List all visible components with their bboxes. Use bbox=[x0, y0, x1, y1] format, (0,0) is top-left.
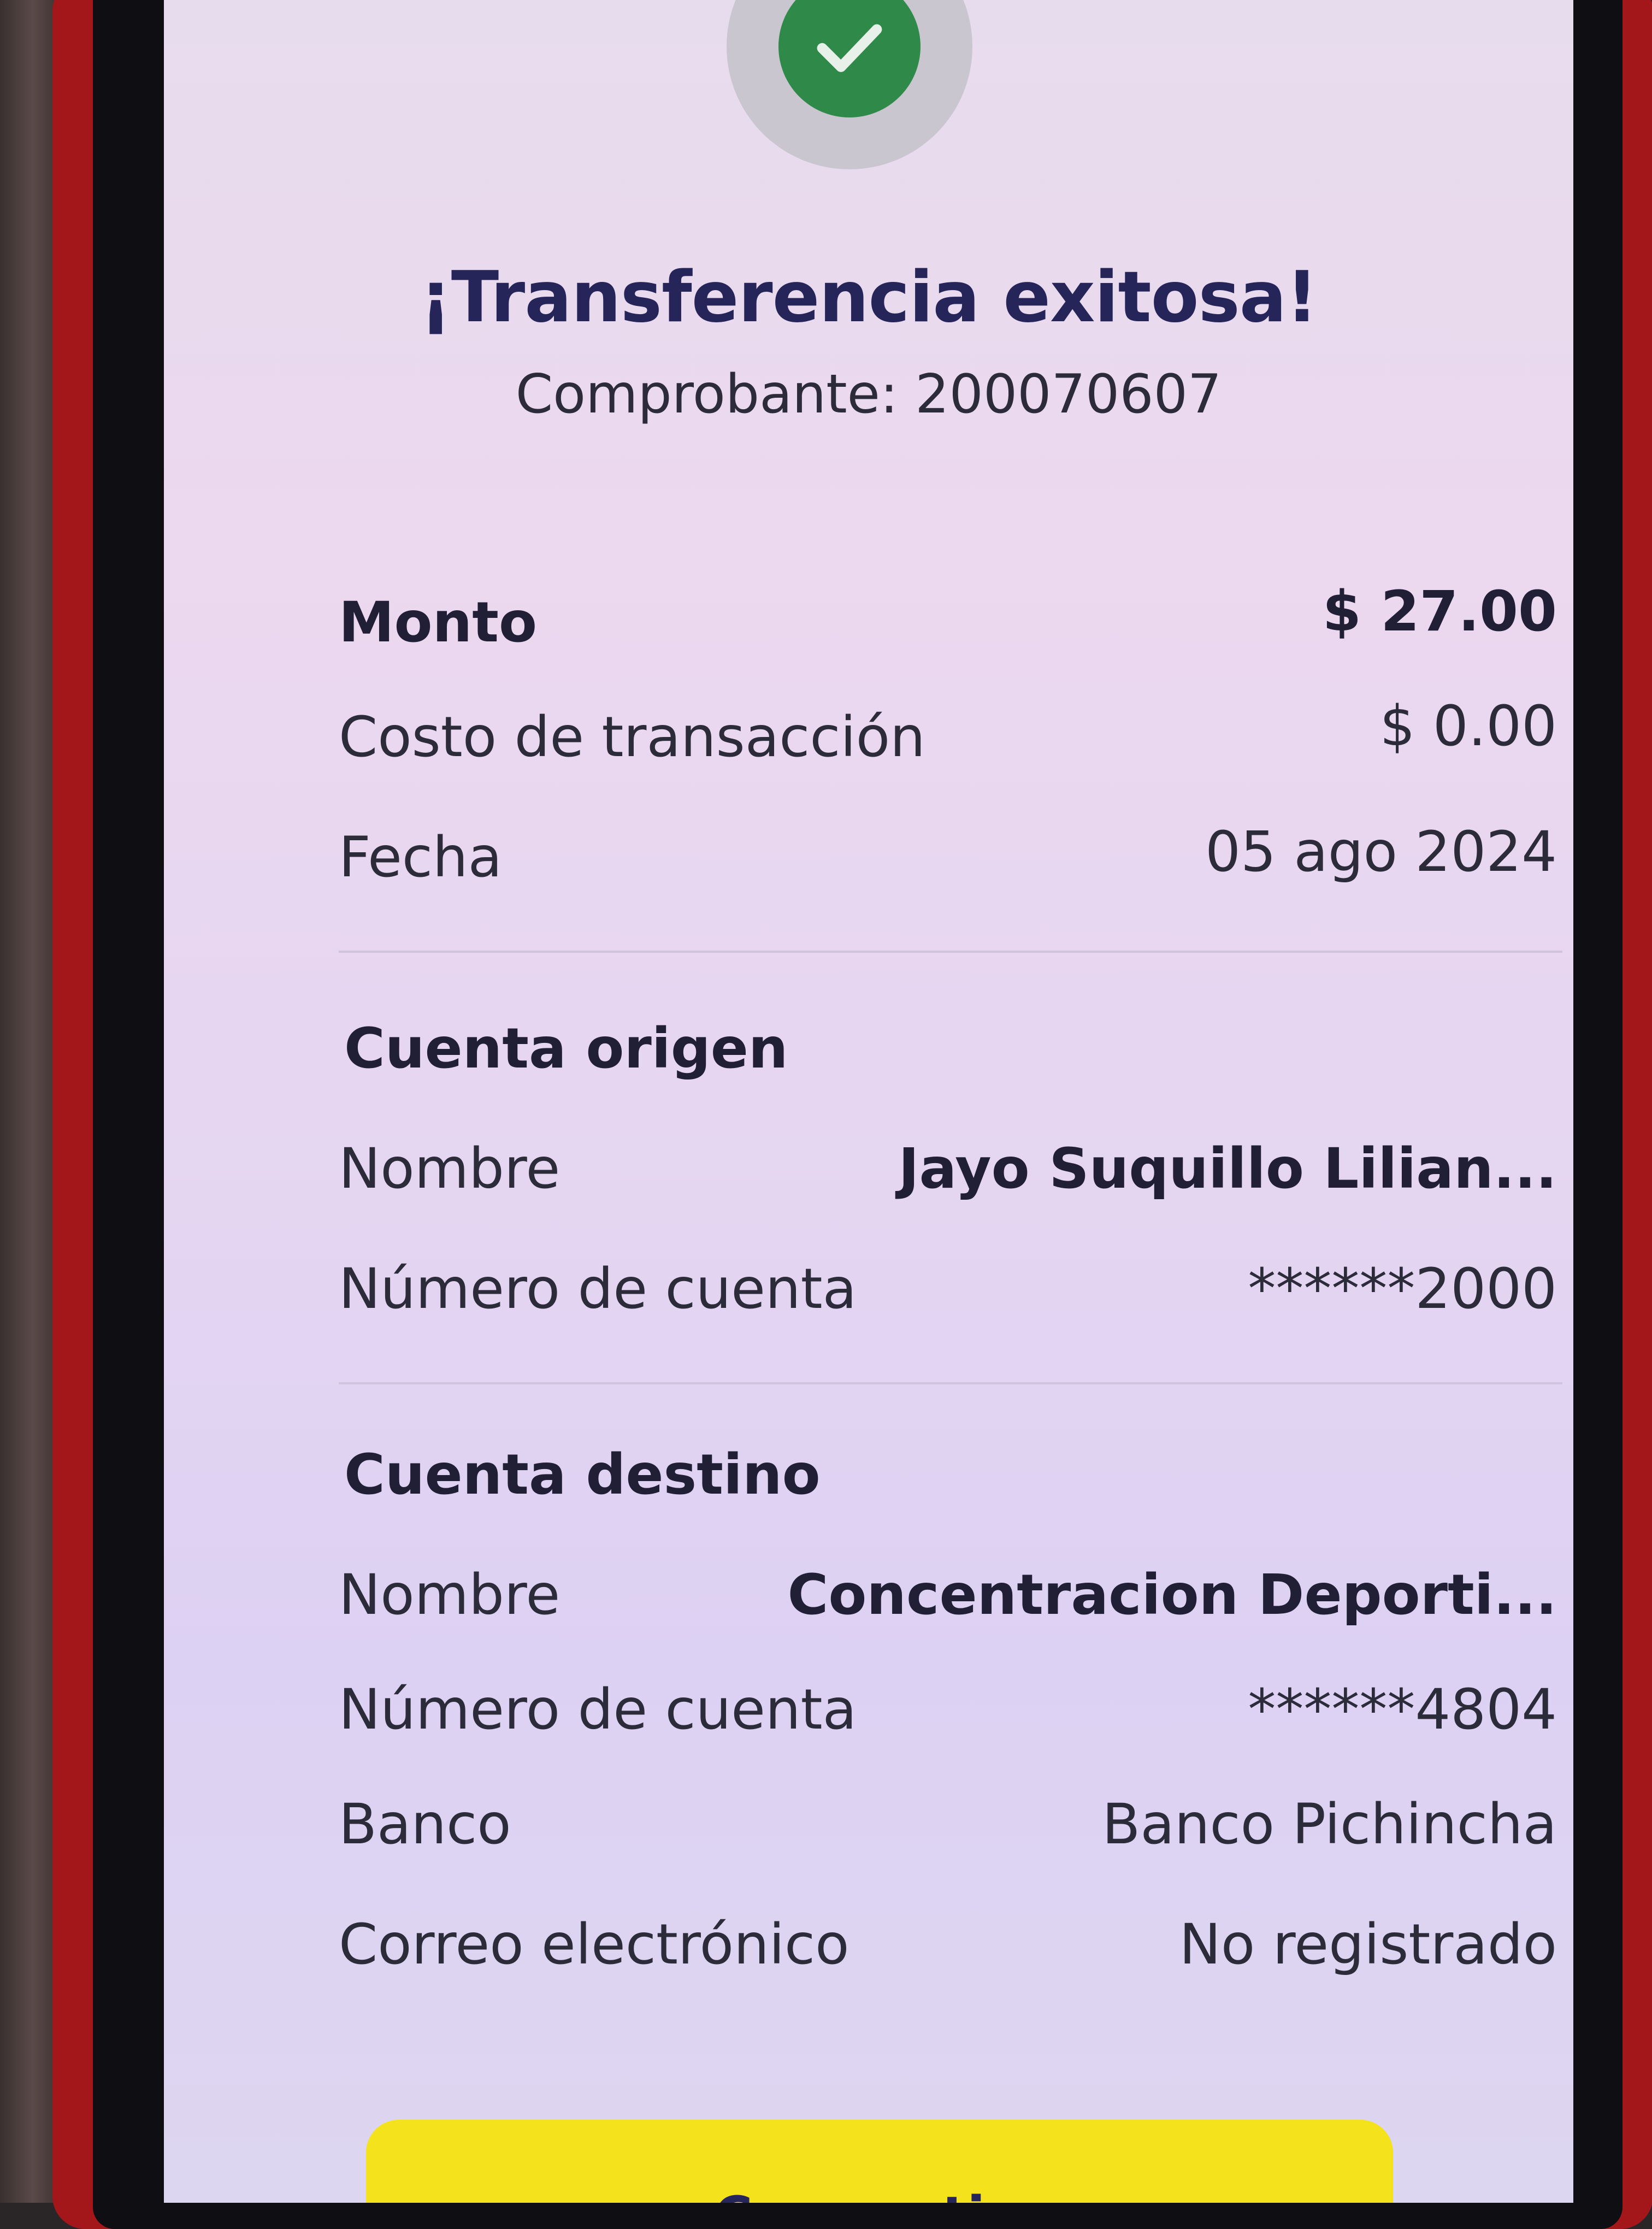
date-label: Fecha bbox=[339, 825, 503, 890]
destination-bank-label: Banco bbox=[339, 1792, 511, 1857]
amount-row: Monto $ 27.00 bbox=[339, 579, 1557, 661]
destination-name-label: Nombre bbox=[339, 1562, 560, 1627]
origin-name-row: Nombre Jayo Suquillo Lilian... bbox=[339, 1136, 1557, 1218]
destination-account-label: Número de cuenta bbox=[339, 1677, 857, 1742]
share-button[interactable]: Comparti... bbox=[366, 2120, 1393, 2203]
divider bbox=[339, 1382, 1562, 1384]
amount-value: $ 27.00 bbox=[1322, 579, 1557, 644]
origin-account-row: Número de cuenta ******2000 bbox=[339, 1257, 1557, 1338]
origin-name-label: Nombre bbox=[339, 1136, 560, 1201]
destination-email-value: No registrado bbox=[1179, 1912, 1557, 1977]
destination-bank-value: Banco Pichincha bbox=[1102, 1792, 1557, 1857]
date-value: 05 ago 2024 bbox=[1205, 819, 1557, 884]
destination-name-row: Nombre Concentracion Deporti... bbox=[339, 1562, 1557, 1644]
amount-label: Monto bbox=[339, 590, 538, 655]
destination-section-title: Cuenta destino bbox=[344, 1442, 821, 1507]
destination-account-value: ******4804 bbox=[1248, 1677, 1557, 1742]
divider bbox=[339, 951, 1562, 953]
destination-account-row: Número de cuenta ******4804 bbox=[339, 1677, 1557, 1759]
destination-name-value: Concentracion Deporti... bbox=[787, 1562, 1557, 1627]
origin-account-label: Número de cuenta bbox=[339, 1257, 857, 1322]
fee-value: $ 0.00 bbox=[1379, 694, 1557, 759]
origin-name-value: Jayo Suquillo Lilian... bbox=[898, 1136, 1557, 1201]
check-icon-glyph bbox=[817, 24, 882, 72]
fee-row: Costo de transacción $ 0.00 bbox=[339, 694, 1557, 776]
fee-label: Costo de transacción bbox=[339, 705, 925, 770]
date-row: Fecha 05 ago 2024 bbox=[339, 819, 1557, 901]
transfer-receipt-screen: ¡Transferencia exitosa! Comprobante: 200… bbox=[164, 0, 1573, 2203]
destination-email-row: Correo electrónico No registrado bbox=[339, 1912, 1557, 1994]
receipt-number: Comprobante: 200070607 bbox=[515, 363, 1222, 426]
page-title: ¡Transferencia exitosa! bbox=[420, 257, 1318, 338]
destination-email-label: Correo electrónico bbox=[339, 1912, 849, 1977]
destination-bank-row: Banco Banco Pichincha bbox=[339, 1792, 1557, 1874]
origin-account-value: ******2000 bbox=[1248, 1257, 1557, 1322]
share-button-label: Comparti... bbox=[366, 2185, 1393, 2203]
origin-section-title: Cuenta origen bbox=[344, 1016, 788, 1081]
